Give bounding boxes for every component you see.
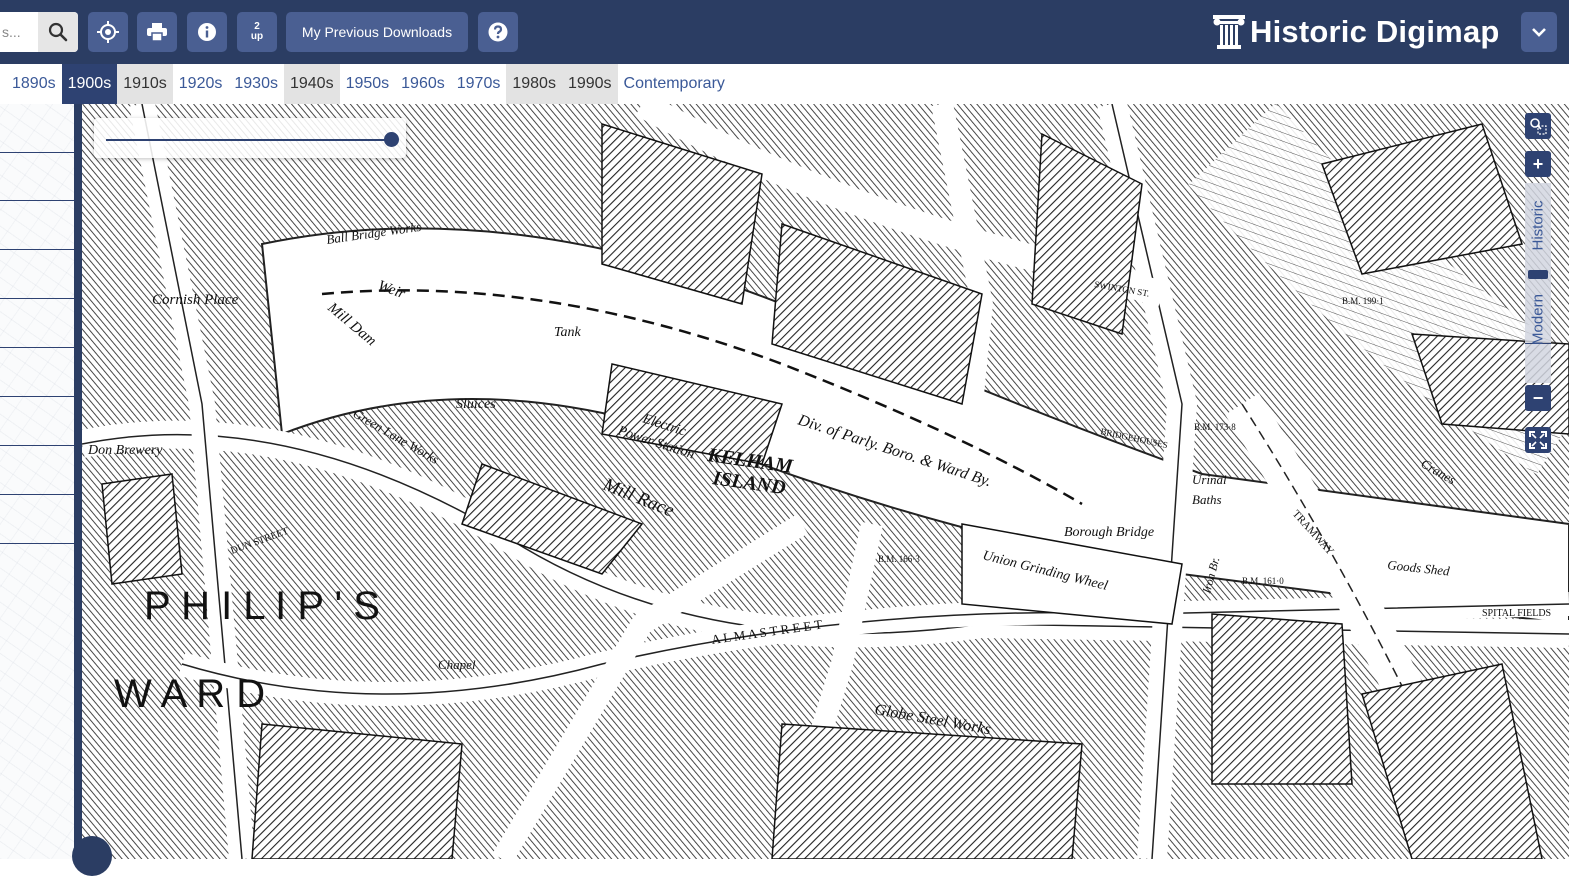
zoom-label-historic: Historic <box>1529 200 1547 251</box>
decade-1900s[interactable]: 1900s <box>61 64 118 104</box>
zoom-control: + Historic Modern − <box>1525 113 1551 455</box>
zoom-box-button[interactable] <box>1525 113 1551 139</box>
map-label-ward: W A R D <box>114 672 265 716</box>
two-up-button[interactable]: 2 up <box>237 12 277 52</box>
decade-1970s[interactable]: 1970s <box>450 64 507 104</box>
zoom-rail[interactable]: Historic Modern <box>1525 183 1551 383</box>
historic-map: KELHAM ISLAND P H I L I P ' S W A R D Mi… <box>82 104 1569 859</box>
decade-contemporary[interactable]: Contemporary <box>617 64 731 104</box>
info-button[interactable] <box>187 12 227 52</box>
panel-divider <box>0 298 74 299</box>
pillar-logo-icon <box>1213 15 1245 49</box>
zoom-in-button[interactable]: + <box>1525 151 1551 177</box>
brand: Historic Digimap <box>1212 12 1500 52</box>
previous-downloads-button[interactable]: My Previous Downloads <box>286 12 468 52</box>
map-label-baths: Baths <box>1192 492 1222 507</box>
two-up-icon: 2 up <box>251 22 263 42</box>
top-toolbar: 2 up My Previous Downloads Historic Digi… <box>0 0 1569 64</box>
panel-divider <box>0 347 74 348</box>
fullscreen-icon <box>1529 431 1547 449</box>
decade-1950s[interactable]: 1950s <box>339 64 396 104</box>
chevron-down-icon <box>1532 28 1546 37</box>
panel-divider <box>0 543 74 544</box>
opacity-slider-thumb[interactable] <box>384 132 399 147</box>
decade-1920s[interactable]: 1920s <box>172 64 229 104</box>
search-input[interactable] <box>0 12 38 52</box>
locate-icon <box>97 21 119 43</box>
map-label-chapel: Chapel <box>438 657 476 672</box>
decade-1990s[interactable]: 1990s <box>561 64 618 104</box>
print-icon <box>147 23 167 41</box>
opacity-slider-panel <box>94 118 406 158</box>
help-button[interactable] <box>478 12 518 52</box>
panel-divider <box>0 249 74 250</box>
panel-divider <box>0 200 74 201</box>
map-label-bm-199: B.M. 199·1 <box>1342 296 1384 306</box>
map-label-bm-173: B.M. 173·8 <box>1194 422 1236 432</box>
decade-selector: 1890s 1900s 1910s 1920s 1930s 1940s 1950… <box>0 64 1569 104</box>
map-label-bm-161: B.M. 161·0 <box>1242 576 1284 586</box>
map-label-philips: P H I L I P ' S <box>144 584 380 628</box>
side-panel <box>0 104 74 859</box>
map-label-urinal: Urinal <box>1192 472 1227 487</box>
panel-divider <box>0 445 74 446</box>
panel-divider <box>0 494 74 495</box>
panel-divider <box>0 396 74 397</box>
map-label-borough-bridge: Borough Bridge <box>1064 525 1154 540</box>
map-view[interactable]: KELHAM ISLAND P H I L I P ' S W A R D Mi… <box>82 104 1569 859</box>
map-label-tank: Tank <box>554 325 582 340</box>
side-panel-edge <box>74 104 82 859</box>
panel-divider <box>0 152 74 153</box>
help-icon <box>488 22 508 42</box>
map-label-sluices: Sluices <box>456 397 496 412</box>
print-button[interactable] <box>137 12 177 52</box>
decade-1910s[interactable]: 1910s <box>117 64 173 104</box>
map-label-cornish-place: Cornish Place <box>152 292 239 308</box>
zoom-box-icon <box>1530 118 1547 135</box>
map-label-spital-fields: SPITAL FIELDS <box>1482 608 1551 619</box>
zoom-out-button[interactable]: − <box>1525 385 1551 411</box>
info-icon <box>198 23 216 41</box>
map-label-bm-166: B.M. 166·3 <box>878 554 920 564</box>
decade-1940s[interactable]: 1940s <box>283 64 340 104</box>
previous-downloads-label: My Previous Downloads <box>301 24 453 40</box>
decade-1960s[interactable]: 1960s <box>395 64 451 104</box>
opacity-slider-track[interactable] <box>106 139 394 141</box>
fullscreen-button[interactable] <box>1525 427 1551 453</box>
zoom-handle[interactable] <box>1528 270 1548 279</box>
search-button[interactable] <box>38 12 78 52</box>
decade-1890s[interactable]: 1890s <box>0 64 62 104</box>
map-label-don-brewery: Don Brewery <box>87 443 163 458</box>
brand-title: Historic Digimap <box>1250 14 1500 49</box>
search-box <box>0 12 78 52</box>
decade-1930s[interactable]: 1930s <box>228 64 284 104</box>
zoom-label-modern: Modern <box>1529 294 1547 345</box>
search-icon <box>48 22 68 42</box>
account-menu-button[interactable] <box>1521 12 1557 52</box>
decade-1980s[interactable]: 1980s <box>506 64 562 104</box>
locate-button[interactable] <box>88 12 128 52</box>
two-up-text: up <box>250 31 264 42</box>
panel-toggle-tab[interactable] <box>72 836 112 876</box>
